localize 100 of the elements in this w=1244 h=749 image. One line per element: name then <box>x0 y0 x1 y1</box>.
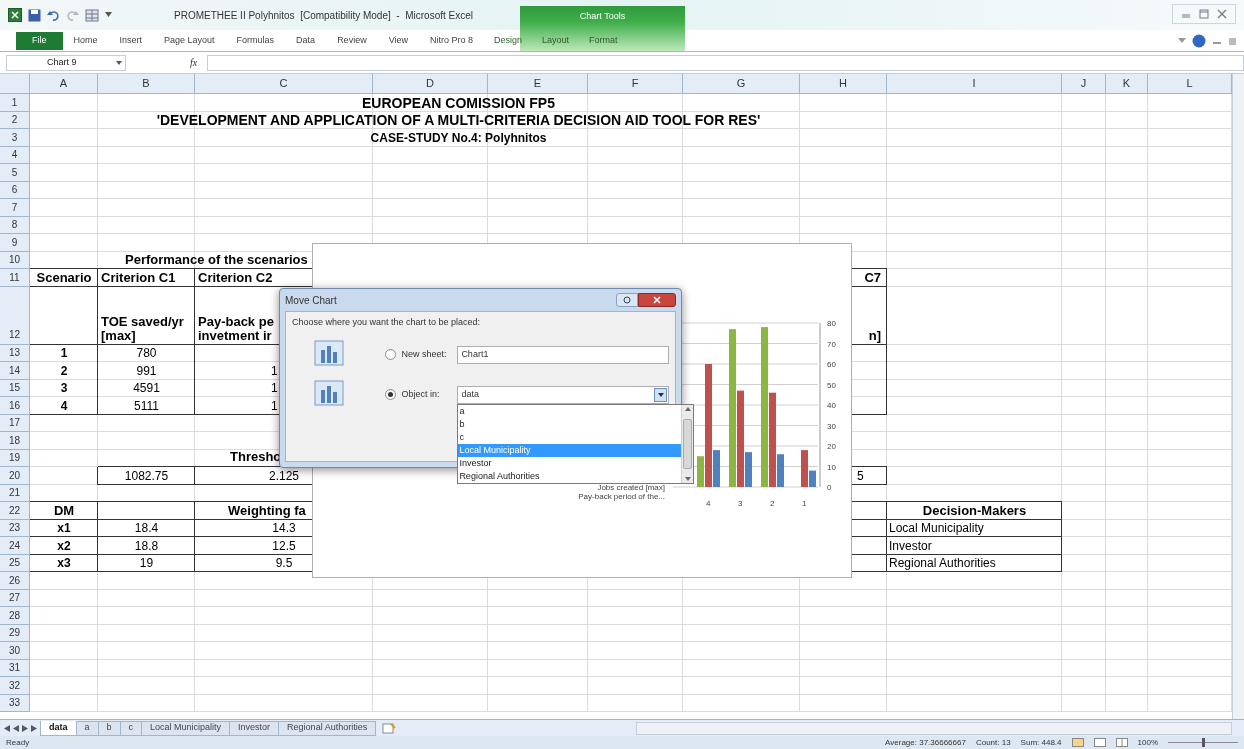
column-header[interactable]: C <box>195 74 373 94</box>
sheet-tab[interactable]: Local Municipality <box>141 720 231 736</box>
formula-field[interactable] <box>207 54 1244 71</box>
customize-icon[interactable] <box>105 12 112 18</box>
function-label[interactable]: fx <box>190 55 198 70</box>
ribbon-tab[interactable]: Design <box>484 31 533 50</box>
scroll-thumb[interactable] <box>683 418 693 469</box>
column-heading: C7 <box>864 270 881 285</box>
page-layout-view-icon[interactable] <box>1093 738 1106 747</box>
list-item[interactable]: c <box>458 430 682 444</box>
table-cell: 5 <box>857 468 864 483</box>
vertical-scrollbar[interactable] <box>1232 74 1244 719</box>
row-header[interactable]: 24 <box>0 537 30 555</box>
scroll-down-icon <box>684 476 691 481</box>
collapse-ribbon-icon[interactable] <box>1178 37 1186 44</box>
row-header[interactable]: 32 <box>0 677 30 695</box>
row-header[interactable]: 28 <box>0 607 30 625</box>
row-header[interactable]: 18 <box>0 432 30 450</box>
ribbon-tab[interactable]: Nitro Pro 8 <box>419 31 484 50</box>
column-header[interactable]: B <box>98 74 195 94</box>
zoom-slider[interactable] <box>1168 738 1238 747</box>
name-box[interactable]: Chart 9 <box>6 54 126 71</box>
sheet-tab[interactable]: Regional Authorities <box>278 720 377 736</box>
radio-button[interactable] <box>384 389 396 400</box>
column-header[interactable]: D <box>373 74 488 94</box>
axis-tick-label: 30 <box>827 421 836 431</box>
sheet-title: 'DEVELOPMENT AND APPLICATION OF A MULTI-CRITERIA DECISION AID TOOL FOR RES' <box>156 113 761 128</box>
table-cell: 9.5 <box>275 556 293 571</box>
spreadsheet-logo-icon[interactable] <box>8 8 22 22</box>
page-break-view-icon[interactable] <box>1115 738 1128 747</box>
dropdown-button[interactable] <box>654 387 667 402</box>
status-count: Count: 13 <box>975 736 1011 749</box>
list-item[interactable]: b <box>458 417 682 431</box>
insert-sheet-icon[interactable] <box>382 722 397 734</box>
sheet-tab[interactable]: data <box>40 720 77 736</box>
row-header[interactable]: 16 <box>0 397 30 415</box>
undo-icon[interactable] <box>47 8 60 22</box>
window-title: PROMETHEE II Polyhnitos [Compatibility Mode] - Microsoft Excel <box>174 8 473 23</box>
column-header[interactable]: K <box>1106 74 1148 94</box>
list-item[interactable]: Regional Authorities <box>458 469 682 483</box>
ribbon-tab[interactable]: Review <box>326 31 378 50</box>
list-item[interactable]: a <box>458 404 682 418</box>
help-button[interactable] <box>616 293 638 307</box>
normal-view-icon[interactable] <box>1071 738 1084 747</box>
sheet-tab[interactable]: a <box>75 720 99 736</box>
sheet-tab[interactable]: b <box>97 720 121 736</box>
row-header[interactable]: 3 <box>0 129 30 147</box>
column-header[interactable]: J <box>1062 74 1106 94</box>
close-button[interactable] <box>638 293 676 307</box>
table-cell: 1 <box>60 346 68 361</box>
input-field[interactable]: Chart1 <box>457 345 669 364</box>
sheet-tab[interactable]: Investor <box>229 720 280 736</box>
ribbon-tab[interactable]: Data <box>285 31 327 50</box>
row-header[interactable]: 14 <box>0 362 30 380</box>
option-label[interactable]: New sheet: <box>401 347 452 362</box>
ribbon-tab[interactable]: Format <box>579 31 628 50</box>
axis-tick-label: 0 <box>827 483 832 492</box>
row-header[interactable]: 5 <box>0 164 30 182</box>
ribbon-tab[interactable]: Home <box>62 31 109 50</box>
column-header[interactable]: I <box>887 74 1062 94</box>
restore-icon[interactable] <box>1199 9 1209 19</box>
option-label[interactable]: Object in: <box>401 387 452 402</box>
row-header[interactable]: 11 <box>0 269 30 287</box>
restore-icon[interactable] <box>1228 35 1238 46</box>
zoom-slider-thumb[interactable] <box>1201 738 1205 747</box>
column-header[interactable]: G <box>683 74 800 94</box>
column-heading: Criterion C2 <box>198 270 273 285</box>
close-icon[interactable] <box>1217 9 1227 19</box>
last-sheet-icon[interactable] <box>31 724 37 732</box>
radio-button[interactable] <box>384 349 396 360</box>
column-header[interactable]: F <box>588 74 683 94</box>
column-header[interactable]: L <box>1148 74 1232 94</box>
row-header[interactable]: 20 <box>0 467 30 485</box>
column-header[interactable]: A <box>30 74 98 94</box>
row-header[interactable]: 9 <box>0 234 30 252</box>
horizontal-scrollbar[interactable] <box>636 721 1232 735</box>
ribbon-tab[interactable]: Insert <box>108 31 154 50</box>
ribbon-tab[interactable]: Layout <box>532 31 580 50</box>
first-sheet-icon[interactable] <box>4 724 10 732</box>
row-header[interactable]: 7 <box>0 199 30 217</box>
save-icon[interactable] <box>28 8 41 22</box>
list-scrollbar[interactable] <box>681 404 694 483</box>
row-header[interactable]: 26 <box>0 572 30 590</box>
ribbon-tab[interactable]: Page Layout <box>153 31 226 50</box>
ribbon-tab[interactable]: View <box>377 31 419 50</box>
redo-icon[interactable] <box>66 8 79 22</box>
column-heading: n] <box>868 328 881 343</box>
previous-sheet-icon[interactable] <box>13 724 19 732</box>
next-sheet-icon[interactable] <box>22 724 28 732</box>
status-mode: Ready <box>6 736 30 749</box>
grid-icon[interactable] <box>85 8 99 22</box>
column-header[interactable]: H <box>800 74 887 94</box>
row-header[interactable]: 1 <box>0 94 30 112</box>
row-header[interactable]: 30 <box>0 642 30 660</box>
help-icon[interactable] <box>1192 33 1206 48</box>
row-header[interactable]: 22 <box>0 502 30 520</box>
ribbon-tab[interactable]: Formulas <box>225 31 286 50</box>
row-header[interactable]: 12 <box>0 286 30 345</box>
column-header[interactable]: E <box>488 74 588 94</box>
list-item[interactable]: Investor <box>458 456 682 470</box>
